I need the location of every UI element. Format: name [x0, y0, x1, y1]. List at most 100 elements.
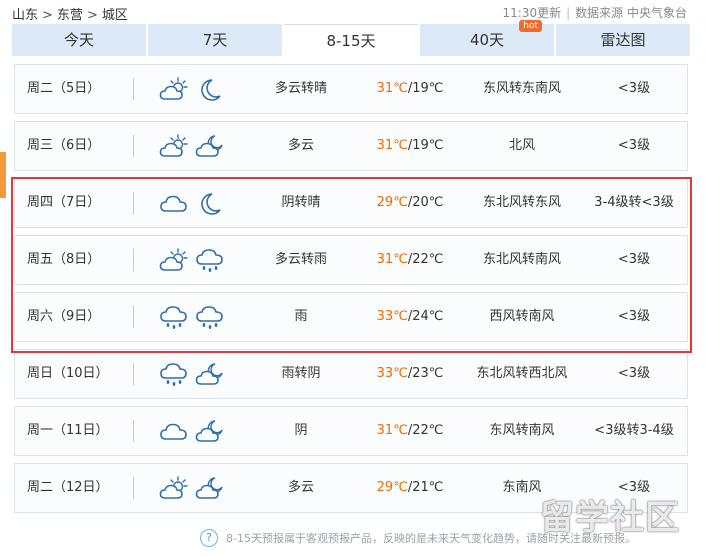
row-divider [133, 306, 134, 328]
temperature: 31℃/19℃ [365, 65, 455, 113]
temp-high: 33℃ [376, 366, 408, 381]
data-source: 数据来源 中央气象台 [575, 6, 687, 20]
tab-label: 7天 [202, 31, 228, 49]
weather-icons [159, 407, 231, 455]
weather-condition: 多云转雨 [274, 252, 327, 267]
day-label: 周三（6日） [27, 138, 101, 153]
weather-condition: 雨转阴 [281, 366, 321, 381]
tab-label: 40天 [469, 31, 505, 49]
tab-8-15-days[interactable]: 8-15天 [284, 24, 418, 56]
partly-cloudy-sun-icon [159, 475, 189, 501]
row-divider [133, 192, 134, 214]
weather-icons [159, 350, 231, 398]
day-label: 周六（9日） [27, 309, 101, 324]
temp-low: /20℃ [407, 195, 444, 210]
breadcrumb-separator: > [42, 8, 53, 23]
rain-cloud-icon [159, 361, 189, 387]
forecast-row: 周六（9日） 雨 33℃/24℃ 西风转南风 <3级 [14, 292, 688, 342]
forecast-tabs: 今天 7天 8-15天 40天 hot 雷达图 [12, 20, 690, 56]
wind-direction: 东北风转南风 [482, 252, 561, 267]
cloud-icon [159, 190, 189, 216]
partly-cloudy-moon-icon [195, 475, 225, 501]
wind-direction: 西风转南风 [489, 309, 555, 324]
partly-cloudy-sun-icon [159, 76, 189, 102]
temperature: 31℃/22℃ [365, 407, 455, 455]
rain-cloud-icon [195, 304, 225, 330]
moon-icon [195, 190, 225, 216]
temp-low: /21℃ [407, 480, 444, 495]
wind-direction: 东北风转东风 [482, 195, 561, 210]
breadcrumb-district: 城区 [101, 8, 128, 23]
row-divider [133, 363, 134, 385]
hot-badge: hot [519, 20, 542, 32]
row-divider [133, 135, 134, 157]
wind-direction: 北风 [508, 138, 535, 153]
temp-low: /22℃ [407, 423, 444, 438]
partly-cloudy-moon-icon [195, 361, 225, 387]
temp-high: 31℃ [376, 252, 408, 267]
temp-high: 29℃ [376, 195, 408, 210]
weather-condition: 雨 [294, 309, 308, 324]
wind-level: 3-4级转<3级 [594, 195, 674, 210]
temp-high: 29℃ [376, 480, 408, 495]
wind-direction: 东风转南风 [489, 423, 555, 438]
top-bar: 山东 > 东营 > 城区 11:30更新 | 数据来源 中央气象台 [0, 0, 705, 23]
update-time: 11:30更新 [502, 6, 562, 20]
breadcrumb-province[interactable]: 山东 [12, 8, 38, 23]
temperature: 29℃/20℃ [365, 179, 455, 227]
side-feedback-tab[interactable] [0, 152, 6, 198]
wind-level: <3级转3-4级 [594, 423, 674, 438]
temp-low: /19℃ [407, 81, 444, 96]
row-divider [133, 477, 134, 499]
weather-icons [159, 179, 231, 227]
forecast-list: 周二（5日） 多云转晴 31℃/19℃ 东风转东南风 <3级 周三（6日） 多云… [14, 64, 688, 520]
weather-condition: 阴转晴 [281, 195, 321, 210]
temp-low: /19℃ [407, 138, 444, 153]
forecast-row: 周三（6日） 多云 31℃/19℃ 北风 <3级 [14, 121, 688, 171]
wind-direction: 东北风转西北风 [476, 366, 568, 381]
tab-today[interactable]: 今天 [12, 24, 146, 56]
day-label: 周五（8日） [27, 252, 101, 267]
partly-cloudy-moon-icon [195, 133, 225, 159]
moon-icon [195, 76, 225, 102]
temp-low: /23℃ [407, 366, 444, 381]
forecast-row: 周五（8日） 多云转雨 31℃/22℃ 东北风转南风 <3级 [14, 235, 688, 285]
temperature: 31℃/22℃ [365, 236, 455, 284]
tab-7-days[interactable]: 7天 [148, 24, 282, 56]
forecast-row: 周四（7日） 阴转晴 29℃/20℃ 东北风转东风 3-4级转<3级 [14, 178, 688, 228]
weather-icons [159, 122, 231, 170]
weather-icons [159, 236, 231, 284]
forecast-row: 周一（11日） 阴 31℃/22℃ 东风转南风 <3级转3-4级 [14, 406, 688, 456]
temp-high: 33℃ [376, 309, 408, 324]
day-label: 周一（11日） [27, 423, 109, 438]
tab-radar[interactable]: 雷达图 [556, 24, 690, 56]
wind-direction: 东风转东南风 [482, 81, 561, 96]
wind-level: <3级 [617, 309, 651, 324]
day-label: 周二（12日） [27, 480, 109, 495]
row-divider [133, 420, 134, 442]
row-divider [133, 78, 134, 100]
breadcrumb-city[interactable]: 东营 [57, 8, 83, 23]
meta-divider: | [566, 6, 571, 20]
update-meta: 11:30更新 | 数据来源 中央气象台 [503, 4, 687, 21]
forecast-row: 周日（10日） 雨转阴 33℃/23℃ 东北风转西北风 <3级 [14, 349, 688, 399]
tab-40-days[interactable]: 40天 hot [420, 20, 554, 56]
temp-high: 31℃ [376, 138, 408, 153]
weather-condition: 多云转晴 [274, 81, 327, 96]
temperature: 33℃/23℃ [365, 350, 455, 398]
wind-level: <3级 [617, 366, 651, 381]
temp-low: /22℃ [407, 252, 444, 267]
temperature: 31℃/19℃ [365, 122, 455, 170]
temp-high: 31℃ [376, 81, 408, 96]
forecast-row: 周二（5日） 多云转晴 31℃/19℃ 东风转东南风 <3级 [14, 64, 688, 114]
temp-low: /24℃ [407, 309, 444, 324]
rain-cloud-icon [159, 304, 189, 330]
temp-high: 31℃ [376, 423, 408, 438]
tab-label: 今天 [63, 31, 94, 49]
wind-level: <3级 [617, 138, 651, 153]
help-icon[interactable]: ? [200, 529, 218, 547]
partly-cloudy-sun-icon [159, 133, 189, 159]
weather-icons [159, 65, 231, 113]
temperature: 33℃/24℃ [365, 293, 455, 341]
rain-cloud-icon [195, 247, 225, 273]
